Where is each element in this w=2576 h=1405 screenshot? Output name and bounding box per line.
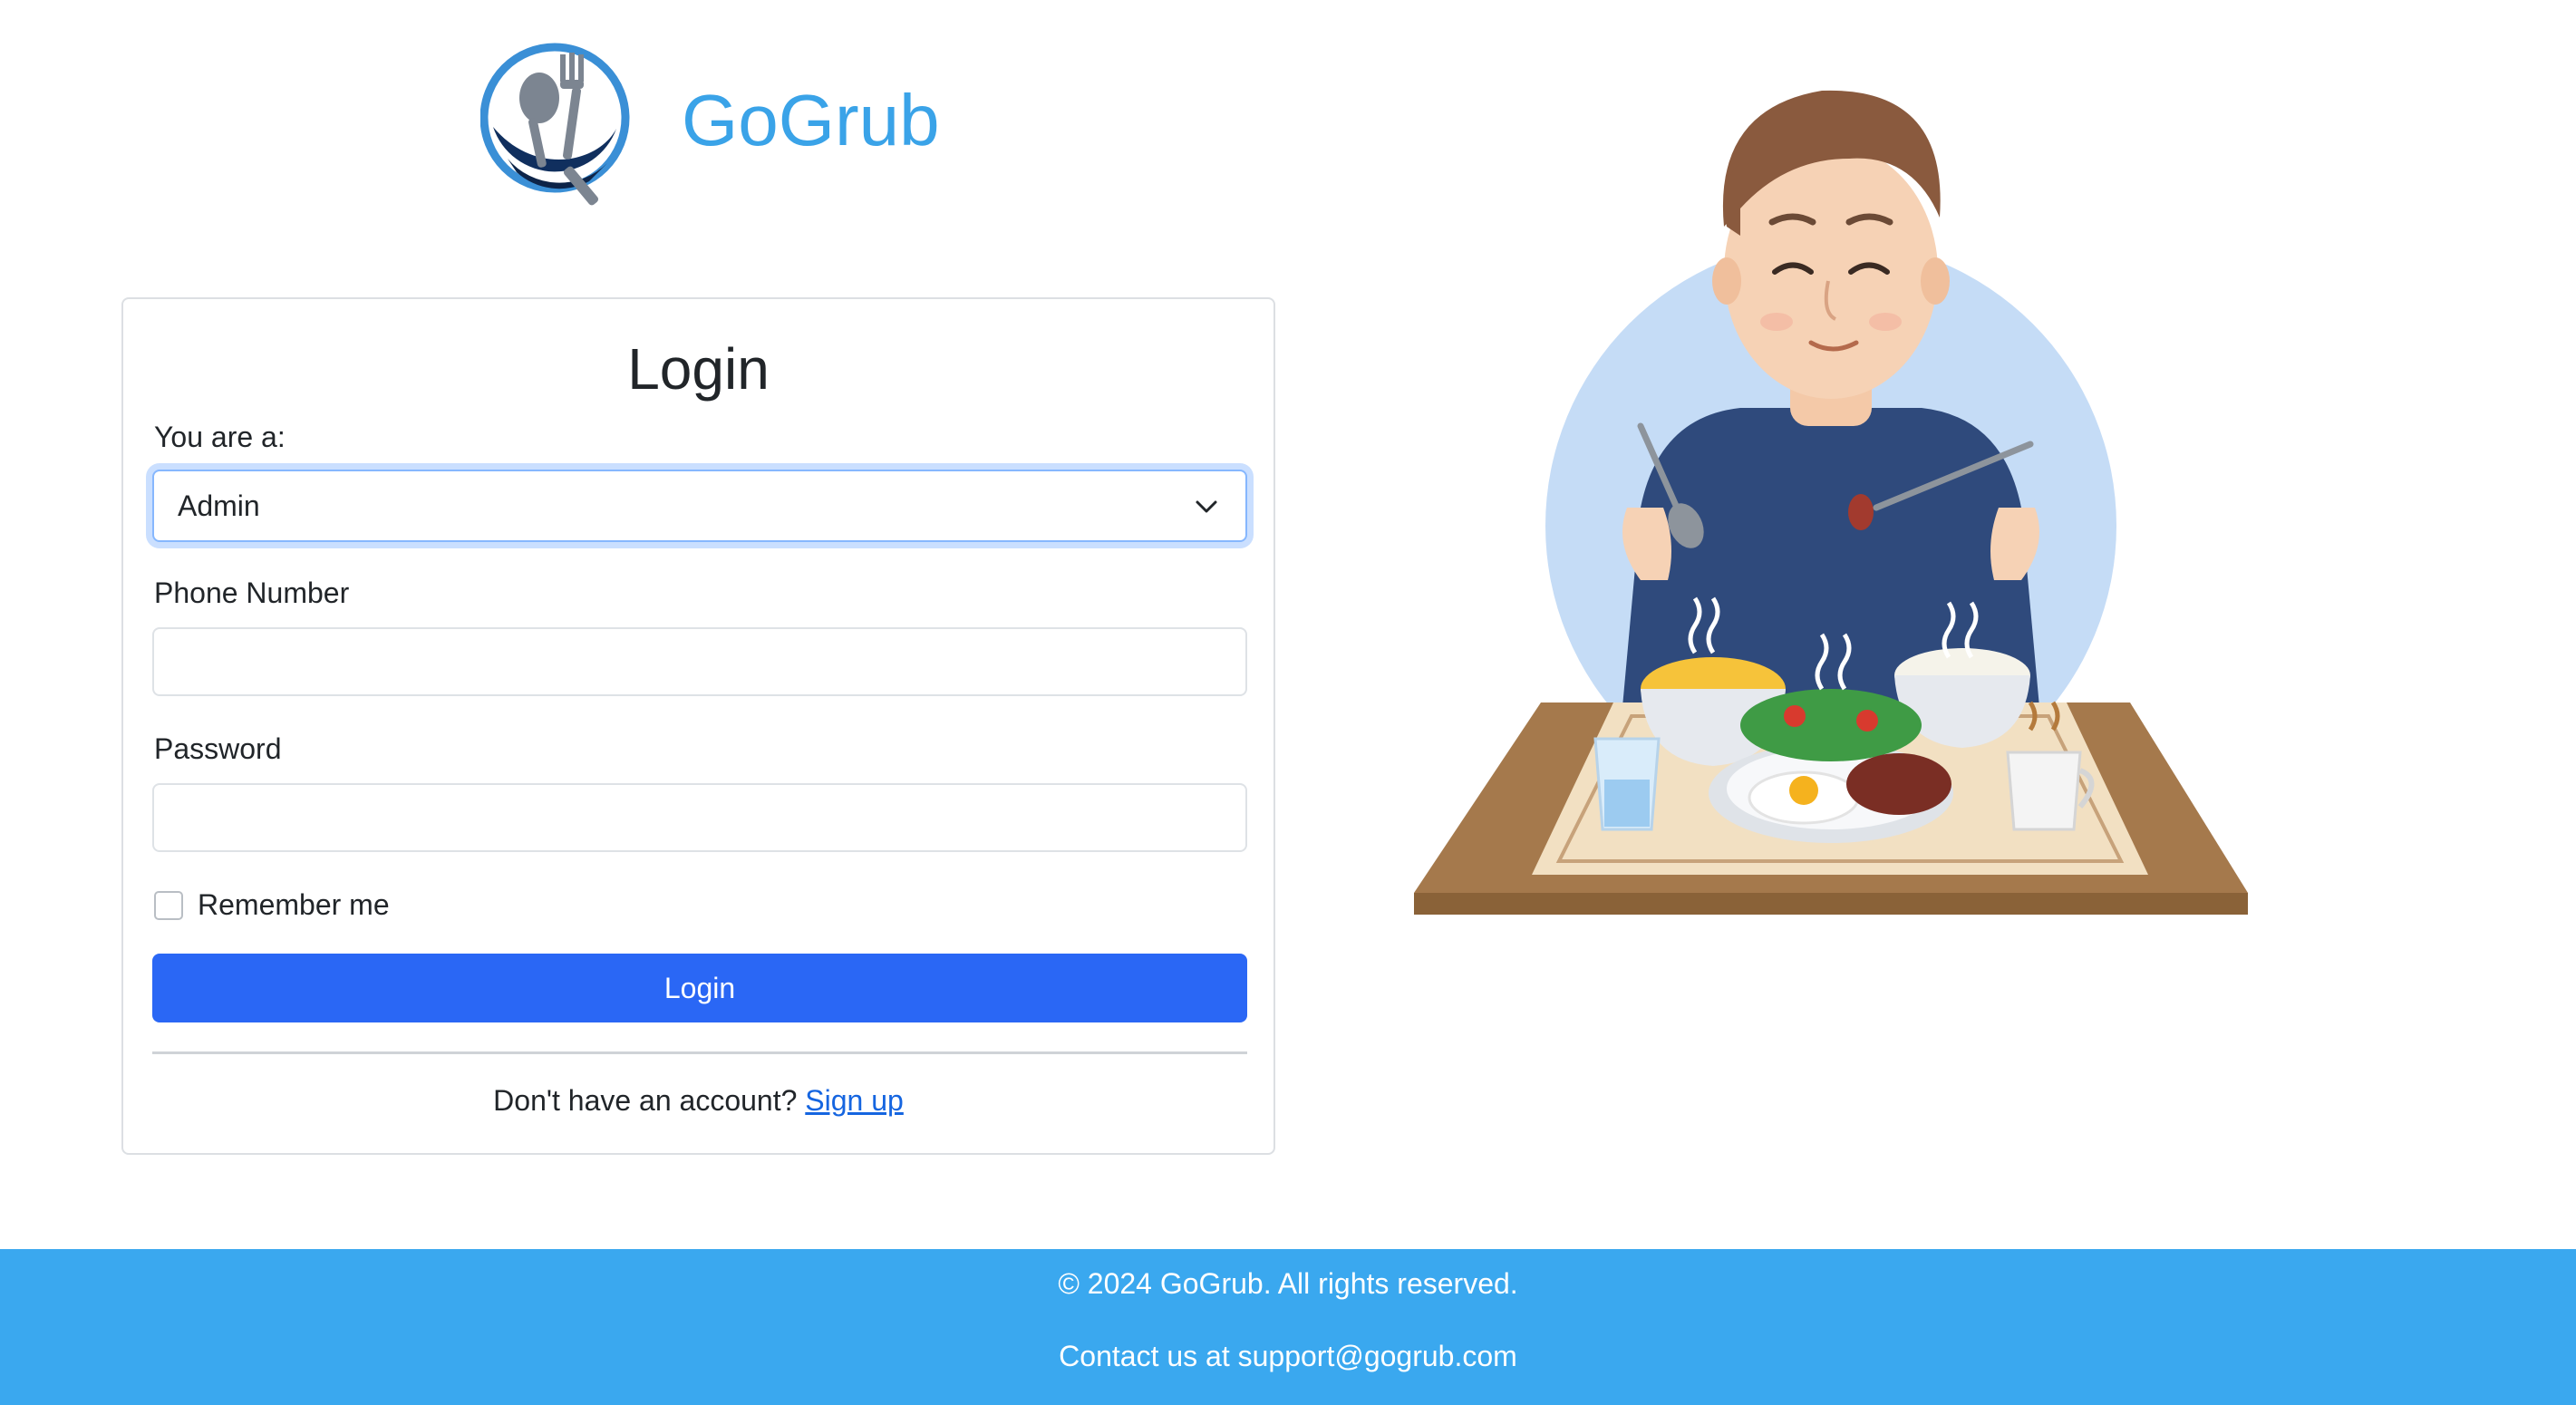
login-card: Login You are a: Admin Phone Number Pass… <box>121 297 1275 1155</box>
login-button[interactable]: Login <box>152 954 1247 1022</box>
role-label: You are a: <box>154 421 286 453</box>
remember-me-label[interactable]: Remember me <box>198 888 390 922</box>
signup-prompt: Don't have an account? Sign up <box>123 1084 1273 1118</box>
phone-number-input[interactable] <box>152 627 1247 696</box>
phone-label: Phone Number <box>154 577 350 609</box>
remember-me-checkbox[interactable] <box>154 890 183 920</box>
password-label: Password <box>154 732 282 765</box>
role-select[interactable]: Admin <box>152 470 1247 542</box>
signup-prompt-text: Don't have an account? <box>493 1084 798 1117</box>
role-select-value: Admin <box>178 489 260 522</box>
footer: © 2024 GoGrub. All rights reserved. Cont… <box>0 1249 2576 1405</box>
login-title: Login <box>627 336 770 402</box>
remember-me-row[interactable]: Remember me <box>154 888 390 922</box>
divider <box>152 1051 1247 1054</box>
brand-header[interactable]: GoGrub <box>480 27 940 213</box>
man-eating-breakfast-illustration <box>1414 90 2248 915</box>
brand-name: GoGrub <box>682 79 940 160</box>
footer-copyright: © 2024 GoGrub. All rights reserved. <box>1058 1267 1518 1300</box>
password-input[interactable] <box>152 783 1247 852</box>
login-page: GoGrub Login You are a: Admin Phone Numb… <box>0 0 2576 1405</box>
signup-link[interactable]: Sign up <box>805 1084 904 1117</box>
fork-spoon-logo-icon <box>480 43 630 206</box>
footer-contact: Contact us at support@gogrub.com <box>1059 1340 1517 1372</box>
chevron-down-icon <box>1196 500 1217 513</box>
